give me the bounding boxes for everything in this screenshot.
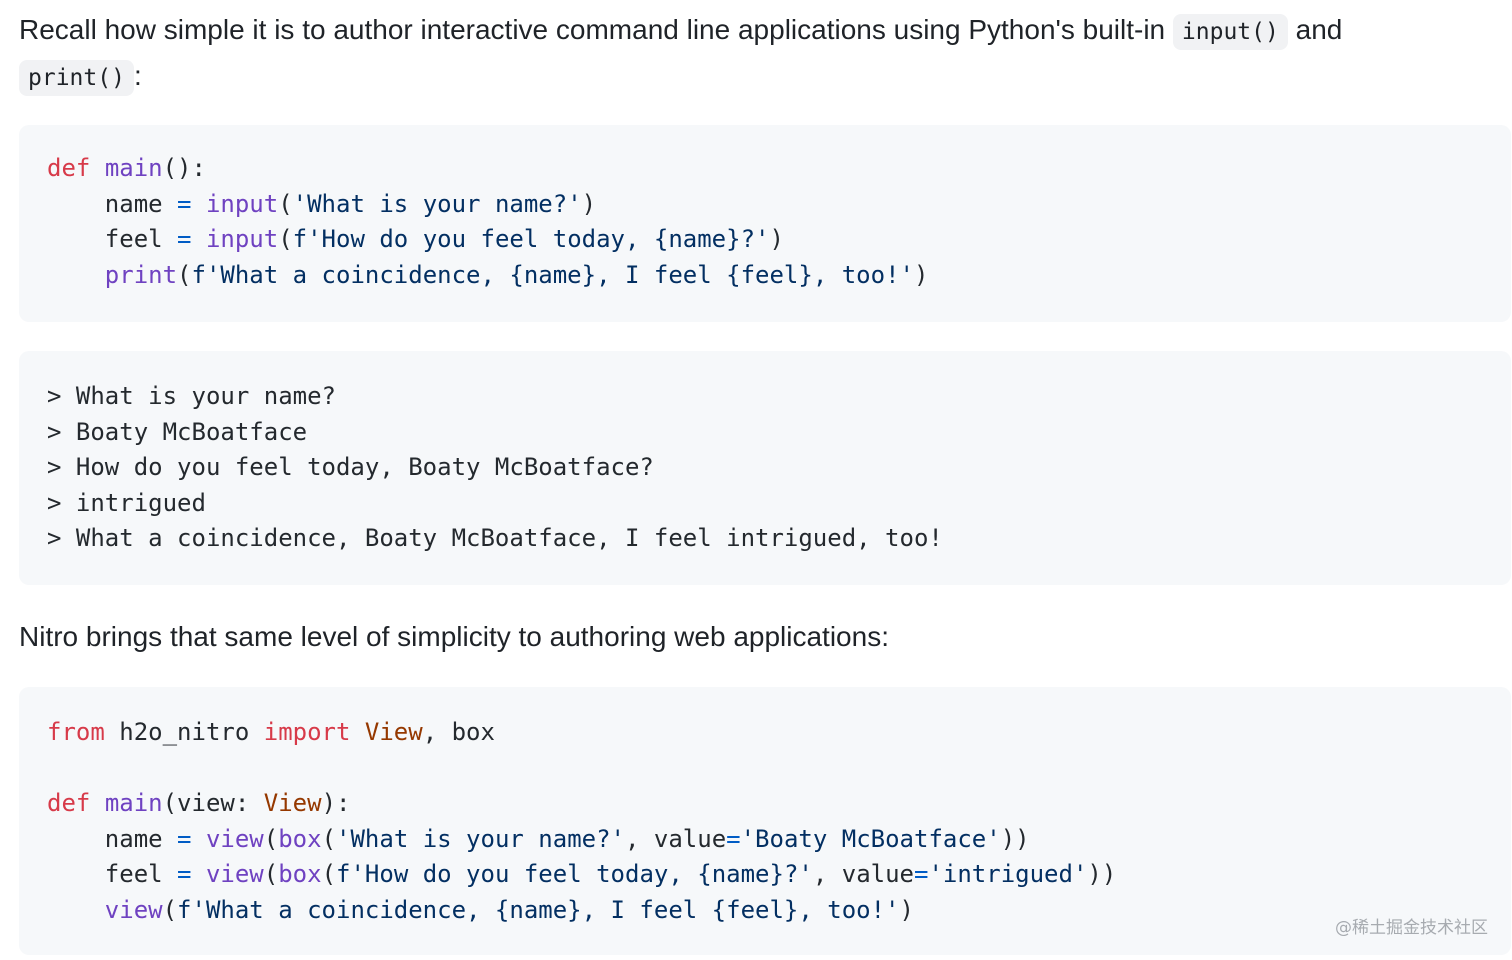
nitro-paragraph: Nitro brings that same level of simplici… [19,621,889,652]
watermark: @稀土掘金技术社区 [1335,918,1488,938]
intro-and: and [1295,14,1343,45]
terminal-line: > What is your name? [47,382,336,410]
variable: feel [104,860,163,888]
code-punctuation: ( [278,225,293,253]
variable: name [104,824,163,853]
code-punctuation: ( [278,189,293,218]
terminal-line: > Boaty McBoatface [47,417,308,446]
code-text: , box [422,718,495,746]
string-literal: f'How do you feel today, {name}?' [292,225,770,253]
operator: = [177,860,192,888]
code-punctuation: ) [769,225,784,253]
variable: feel [104,225,163,253]
code-punctuation: )) [1000,824,1030,853]
code-line: view(f'What a coincidence, {name}, I fee… [104,895,914,924]
code-punctuation: ( [177,260,192,289]
string-literal: f'What a coincidence, {name}, I feel {fe… [191,260,914,289]
string-literal: f'What a coincidence, {name}, I feel {fe… [177,895,900,924]
function-call: view [205,860,264,888]
function-call: view [205,824,264,853]
code-punctuation: ): [321,789,351,817]
class-name: View [364,718,423,746]
nitro-code-block: from h2o_nitro import View, box def main… [19,687,1511,955]
article-page: Recall how simple it is to author intera… [0,0,1512,960]
keyword-argument: value [841,860,914,888]
code-line: def main(view: View): [47,786,1511,822]
inline-code-input: input() [1172,14,1288,50]
keyword: from [47,718,105,746]
code-punctuation: (): [162,154,206,182]
code-punctuation: (view: [162,789,264,817]
variable: name [104,189,163,218]
string-literal: 'What is your name?' [336,824,625,853]
code-punctuation: ) [581,189,597,218]
code-line: feel = input(f'How do you feel today, {n… [47,222,1511,258]
inline-code-print: print() [19,60,134,96]
operator: = [177,225,192,253]
string-literal: 'What is your name?' [292,189,582,218]
code-line: print(f'What a coincidence, {name}, I fe… [47,258,1511,294]
code-punctuation: )) [1087,860,1117,888]
code-line: from h2o_nitro import View, box [47,715,1511,751]
string-literal: 'Boaty McBoatface' [740,824,1001,853]
function-name: main [104,154,163,182]
intro-paragraph: Recall how simple it is to author intera… [19,8,1459,100]
code-line: name = input('What is your name?') [47,187,1511,223]
operator: = [177,189,192,218]
operator: = [177,824,192,853]
function-call: box [278,860,322,888]
python-input-code-block: def main(): name = input('What is your n… [19,125,1511,322]
keyword: import [263,718,351,746]
code-punctuation: ) [913,260,929,289]
code-line: name = view(box('What is your name?', va… [104,824,1030,853]
terminal-line: > What a coincidence, Boaty McBoatface, … [47,524,943,552]
module-name: h2o_nitro [119,718,250,746]
function-call: view [104,895,163,924]
builtin-call: input [205,225,279,253]
terminal-output-block: > What is your name? > Boaty McBoatface > … [19,351,1511,585]
function-call: box [278,824,322,853]
terminal-line: > How do you feel today, Boaty McBoatfac… [47,453,654,481]
builtin-call: input [205,189,279,218]
terminal-line: > intrigued [47,488,206,517]
keyword: def [47,154,91,182]
string-literal: f'How do you feel today, {name}?' [336,860,813,888]
builtin-call: print [104,260,178,289]
code-line: feel = view(box(f'How do you feel today,… [104,860,1117,888]
keyword-argument: value [653,824,727,853]
code-line: def main(): [47,151,1511,187]
string-literal: 'intrigued' [928,860,1088,888]
code-punctuation: ) [899,895,914,924]
function-name: main [104,789,163,817]
keyword: def [47,789,91,817]
intro-colon: : [133,60,142,91]
intro-text: Recall how simple it is to author intera… [19,14,1166,45]
class-name: View [263,789,322,817]
